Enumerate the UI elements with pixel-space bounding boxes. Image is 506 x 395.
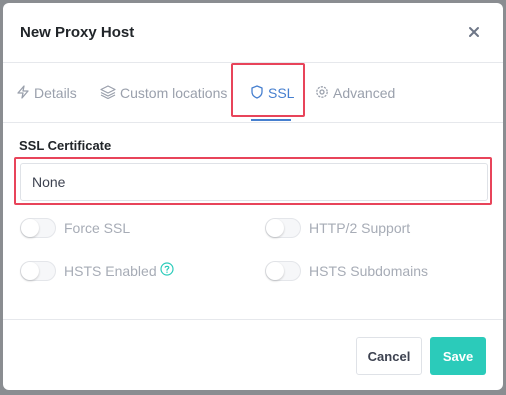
tab-label: Advanced bbox=[333, 85, 396, 101]
hsts-subdomains-label: HSTS Subdomains bbox=[309, 263, 429, 279]
modal-header: New Proxy Host bbox=[3, 3, 503, 63]
gear-icon bbox=[315, 85, 333, 102]
tab-advanced[interactable]: Advanced bbox=[315, 63, 395, 123]
http2-support-label: HTTP/2 Support bbox=[309, 220, 411, 236]
modal-footer: Cancel Save bbox=[3, 319, 503, 390]
close-icon[interactable] bbox=[465, 23, 483, 41]
http2-support-toggle[interactable]: HTTP/2 Support bbox=[265, 218, 410, 238]
tab-details[interactable]: Details bbox=[16, 63, 77, 123]
force-ssl-label: Force SSL bbox=[64, 220, 131, 236]
tab-label: Details bbox=[34, 85, 77, 101]
force-ssl-toggle[interactable]: Force SSL bbox=[20, 218, 130, 238]
new-proxy-host-modal: New Proxy Host Details Custom locations … bbox=[3, 3, 503, 390]
ssl-certificate-label: SSL Certificate bbox=[19, 138, 112, 153]
hsts-enabled-switch[interactable] bbox=[20, 261, 56, 281]
http2-support-switch[interactable] bbox=[265, 218, 301, 238]
active-tab-indicator bbox=[251, 119, 291, 121]
hsts-enabled-label: HSTS Enabled bbox=[64, 263, 157, 279]
modal-title: New Proxy Host bbox=[20, 24, 135, 41]
save-button[interactable]: Save bbox=[430, 337, 486, 375]
hsts-subdomains-switch[interactable] bbox=[265, 261, 301, 281]
help-circle-icon[interactable] bbox=[160, 261, 174, 281]
bolt-icon bbox=[16, 84, 34, 102]
cancel-button[interactable]: Cancel bbox=[356, 337, 422, 375]
ssl-tab-highlight bbox=[231, 63, 305, 117]
layers-icon bbox=[100, 84, 120, 102]
ssl-certificate-highlight bbox=[14, 157, 492, 205]
tab-custom-locations[interactable]: Custom locations bbox=[100, 63, 227, 123]
hsts-subdomains-toggle[interactable]: HSTS Subdomains bbox=[265, 261, 428, 281]
force-ssl-switch[interactable] bbox=[20, 218, 56, 238]
hsts-enabled-toggle[interactable]: HSTS Enabled bbox=[20, 261, 174, 281]
tab-label: Custom locations bbox=[120, 85, 228, 101]
